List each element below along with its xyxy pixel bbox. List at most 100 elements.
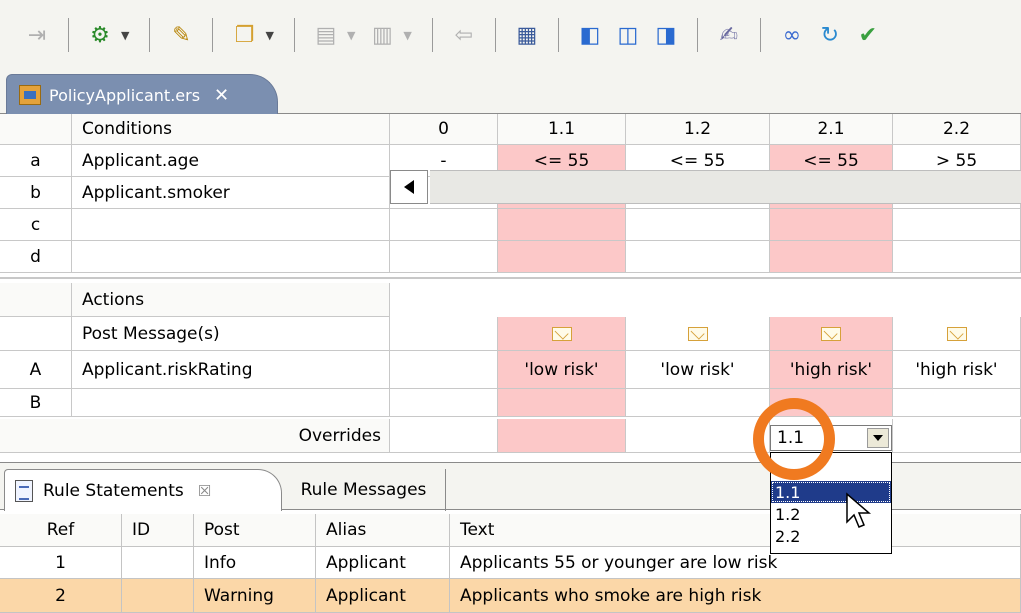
- table-cell-ref[interactable]: 2: [0, 579, 122, 613]
- split-cols-icon[interactable]: ◧: [575, 20, 605, 50]
- action-name[interactable]: Applicant.riskRating: [72, 351, 390, 389]
- chevron-down-icon[interactable]: [867, 428, 889, 448]
- chevron-down-icon[interactable]: ▼: [265, 29, 273, 42]
- toolbar-separator: [696, 18, 698, 52]
- condition-cell[interactable]: [626, 209, 770, 241]
- table-cell-post[interactable]: Info: [194, 547, 316, 579]
- action-cell[interactable]: [390, 351, 498, 389]
- editor-tab-label: PolicyApplicant.ers: [49, 85, 201, 105]
- row-key-header: [0, 114, 72, 145]
- column-header[interactable]: 1.1: [498, 114, 626, 145]
- compare-cols-icon[interactable]: ◨: [651, 20, 681, 50]
- envelope-icon[interactable]: [687, 326, 708, 341]
- pencil-icon[interactable]: ✎: [166, 20, 196, 50]
- link-icon[interactable]: ∞: [777, 20, 807, 50]
- action-cell[interactable]: 'low risk': [626, 351, 770, 389]
- gear-run-icon[interactable]: ⚙: [85, 20, 115, 50]
- action-cell[interactable]: [626, 389, 770, 417]
- editor-tab-policyapplicant[interactable]: PolicyApplicant.ers ✕: [6, 74, 278, 115]
- column-header[interactable]: ID: [122, 514, 194, 547]
- column-header[interactable]: Text: [450, 514, 1021, 547]
- column-header[interactable]: 0: [390, 114, 498, 145]
- condition-cell[interactable]: [893, 241, 1021, 273]
- step-into-icon[interactable]: ⇥: [22, 20, 52, 50]
- row-key: c: [0, 209, 72, 241]
- verify-icon[interactable]: ✔: [853, 20, 883, 50]
- envelope-icon[interactable]: [946, 326, 967, 341]
- envelope-icon[interactable]: [551, 326, 572, 341]
- edit-icon[interactable]: ✍: [714, 20, 744, 50]
- action-cell[interactable]: [390, 389, 498, 417]
- tab-label: Rule Messages: [300, 480, 427, 500]
- action-cell[interactable]: [893, 389, 1021, 417]
- override-cell[interactable]: [390, 419, 498, 453]
- tab-label: Rule Statements: [43, 480, 184, 501]
- clipboard2-icon[interactable]: ▥: [367, 20, 397, 50]
- tab-rule-messages[interactable]: Rule Messages: [282, 469, 446, 511]
- table-cell-text[interactable]: Applicants 55 or younger are low risk: [450, 547, 1021, 579]
- condition-name[interactable]: Applicant.age: [72, 145, 390, 177]
- main-toolbar: ⇥ ⚙ ▼ ✎ ❐ ▼ ▤ ▼ ▥ ▼ ⇦ ▦ ◧ ◫ ◨ ✍ ∞ ↻ ✔: [0, 0, 1021, 70]
- clipboard-icon[interactable]: ▤: [311, 20, 341, 50]
- action-cell[interactable]: 'high risk': [893, 351, 1021, 389]
- column-header[interactable]: 2.1: [770, 114, 893, 145]
- column-header[interactable]: 2.2: [893, 114, 1021, 145]
- chevron-down-icon[interactable]: ▼: [403, 29, 411, 42]
- merge-cols-icon[interactable]: ◫: [613, 20, 643, 50]
- conditions-header: Conditions: [72, 114, 390, 145]
- toolbar-separator: [557, 18, 559, 52]
- table-cell-id[interactable]: [122, 547, 194, 579]
- condition-cell[interactable]: [770, 241, 893, 273]
- scroll-left-button[interactable]: [390, 170, 428, 204]
- close-icon[interactable]: ☒: [198, 482, 211, 500]
- table-cell-alias[interactable]: Applicant: [316, 547, 450, 579]
- column-header[interactable]: Alias: [316, 514, 450, 547]
- horizontal-scrollbar[interactable]: [430, 170, 1021, 204]
- toolbar-separator: [494, 18, 496, 52]
- column-header[interactable]: 1.2: [626, 114, 770, 145]
- post-message-cell[interactable]: [626, 317, 770, 351]
- close-icon[interactable]: ✕: [214, 85, 229, 106]
- action-cell[interactable]: 'low risk': [498, 351, 626, 389]
- condition-cell[interactable]: [390, 241, 498, 273]
- override-combo[interactable]: 1.1: [770, 425, 892, 451]
- table-cell-alias[interactable]: Applicant: [316, 579, 450, 613]
- post-message-cell[interactable]: [498, 317, 626, 351]
- condition-cell[interactable]: [893, 209, 1021, 241]
- condition-cell[interactable]: [770, 209, 893, 241]
- row-key: [0, 317, 72, 351]
- chevron-down-icon[interactable]: ▼: [347, 29, 355, 42]
- tab-rule-statements[interactable]: Rule Statements ☒: [4, 469, 282, 511]
- post-message-cell[interactable]: [893, 317, 1021, 351]
- condition-cell[interactable]: [498, 209, 626, 241]
- refresh-icon[interactable]: ↻: [815, 20, 845, 50]
- envelope-icon[interactable]: [821, 326, 841, 341]
- table-grid-icon[interactable]: ▦: [512, 20, 542, 50]
- section-divider: [390, 277, 1021, 279]
- table-cell-text[interactable]: Applicants who smoke are high risk: [450, 579, 1021, 613]
- condition-cell[interactable]: [390, 209, 498, 241]
- action-cell[interactable]: [770, 389, 893, 417]
- override-cell[interactable]: [498, 419, 626, 453]
- action-cell[interactable]: [498, 389, 626, 417]
- action-cell[interactable]: 'high risk': [770, 351, 893, 389]
- action-name[interactable]: [72, 389, 390, 417]
- back-icon[interactable]: ⇦: [449, 20, 479, 50]
- document-icon: [15, 479, 33, 502]
- condition-name[interactable]: Applicant.smoker: [72, 177, 390, 209]
- condition-name[interactable]: [72, 241, 390, 273]
- override-cell[interactable]: [893, 419, 1021, 453]
- post-message-cell[interactable]: [390, 317, 498, 351]
- table-cell-post[interactable]: Warning: [194, 579, 316, 613]
- post-message-cell[interactable]: [770, 317, 893, 351]
- condition-name[interactable]: [72, 209, 390, 241]
- override-cell[interactable]: [626, 419, 770, 453]
- table-cell-ref[interactable]: 1: [0, 547, 122, 579]
- table-cell-id[interactable]: [122, 579, 194, 613]
- column-header[interactable]: Post: [194, 514, 316, 547]
- column-header[interactable]: Ref: [0, 514, 122, 547]
- condition-cell[interactable]: [626, 241, 770, 273]
- folder-icon[interactable]: ❐: [229, 20, 259, 50]
- chevron-down-icon[interactable]: ▼: [121, 29, 129, 42]
- condition-cell[interactable]: [498, 241, 626, 273]
